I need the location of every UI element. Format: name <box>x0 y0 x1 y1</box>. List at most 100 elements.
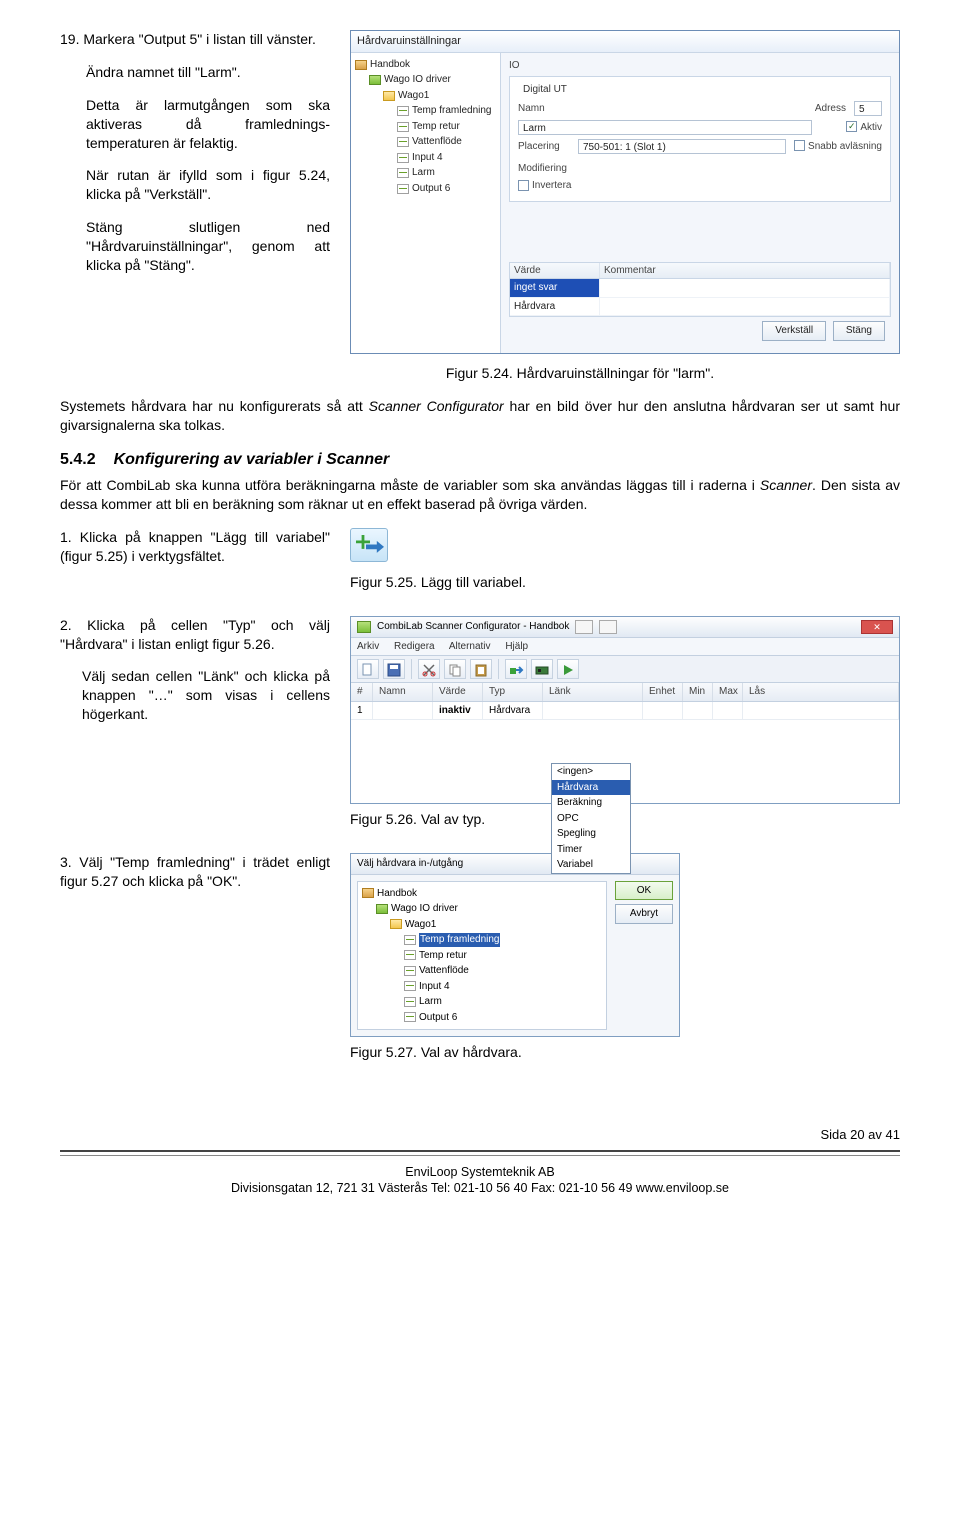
dialog-tree[interactable]: Handbok Wago IO driver Wago1 Temp framle… <box>357 881 607 1031</box>
toolbar-save-icon[interactable] <box>383 659 405 679</box>
toolbar-add-variable-icon[interactable] <box>505 659 527 679</box>
col-max: Max <box>713 683 743 701</box>
toolbar-paste-icon[interactable] <box>470 659 492 679</box>
cell-typ[interactable]: Hårdvara <box>483 702 543 721</box>
cell-inget-svar[interactable]: inget svar <box>510 279 600 297</box>
col-namn: Namn <box>373 683 433 701</box>
dlg-item-4[interactable]: Larm <box>404 994 602 1010</box>
typ-dropdown[interactable]: <ingen> Hårdvara Beräkning OPC Spegling … <box>551 763 631 874</box>
checkbox-icon <box>846 121 857 132</box>
device-icon <box>383 91 395 101</box>
close-button[interactable]: Stäng <box>833 321 885 341</box>
name-field[interactable]: Larm <box>518 120 812 135</box>
close-button[interactable]: ✕ <box>861 620 893 634</box>
toolbar-copy-icon[interactable] <box>444 659 466 679</box>
dd-timer[interactable]: Timer <box>552 842 630 858</box>
tree-ch-3[interactable]: Input 4 <box>397 150 498 166</box>
apply-button[interactable]: Verkställ <box>762 321 826 341</box>
col-enhet: Enhet <box>643 683 683 701</box>
cell-lank[interactable] <box>543 702 643 721</box>
dlg-item-1-label: Temp retur <box>419 949 467 963</box>
cell-comment-2[interactable] <box>600 298 890 316</box>
aktiv-checkbox[interactable]: Aktiv <box>846 121 882 135</box>
scanner-row-1[interactable]: 1 inaktiv Hårdvara <box>351 702 899 721</box>
dlg-item-1[interactable]: Temp retur <box>404 948 602 964</box>
toolbar-cut-icon[interactable] <box>418 659 440 679</box>
tree-ch-4[interactable]: Larm <box>397 165 498 181</box>
cell-las[interactable] <box>743 702 899 721</box>
tree-device[interactable]: Wago1 <box>383 88 498 104</box>
channel-icon <box>404 935 416 945</box>
minimize-button[interactable] <box>575 620 593 634</box>
footer-rule <box>60 1150 900 1160</box>
toolbar-hardware-icon[interactable] <box>531 659 553 679</box>
dd-variabel[interactable]: Variabel <box>552 857 630 873</box>
app-icon <box>357 621 371 633</box>
dlg-item-3[interactable]: Input 4 <box>404 979 602 995</box>
dlg-item-2-label: Vattenflöde <box>419 964 469 978</box>
dd-opc[interactable]: OPC <box>552 811 630 827</box>
cell-varde[interactable]: inaktiv <box>433 702 483 721</box>
menu-hjalp[interactable]: Hjälp <box>505 641 528 652</box>
cell-min[interactable] <box>683 702 713 721</box>
dlg-item-5-label: Output 6 <box>419 1011 457 1025</box>
dd-spegling[interactable]: Spegling <box>552 826 630 842</box>
cell-comment-1[interactable] <box>600 279 890 297</box>
menu-redigera[interactable]: Redigera <box>394 641 435 652</box>
menu-alternativ[interactable]: Alternativ <box>449 641 491 652</box>
device-icon <box>390 919 402 929</box>
cell-enhet[interactable] <box>643 702 683 721</box>
tree-ch-2-label: Vattenflöde <box>412 135 462 149</box>
dlg-root-label: Handbok <box>377 887 417 901</box>
driver-icon <box>376 904 388 914</box>
tree-ch-0[interactable]: Temp framledning <box>397 103 498 119</box>
device-tree[interactable]: Handbok Wago IO driver Wago1 Temp framle… <box>351 53 501 353</box>
maximize-button[interactable] <box>599 620 617 634</box>
menu-arkiv[interactable]: Arkiv <box>357 641 379 652</box>
cancel-button[interactable]: Avbryt <box>615 904 673 924</box>
value-table: Värde Kommentar inget svar Hårdvara <box>509 262 891 318</box>
snabb-checkbox[interactable]: Snabb avläsning <box>794 140 882 154</box>
para-542-intro: För att CombiLab ska kunna utföra beräkn… <box>60 476 900 514</box>
dlg-item-2[interactable]: Vattenflöde <box>404 963 602 979</box>
dd-berakning[interactable]: Beräkning <box>552 795 630 811</box>
snabb-label: Snabb avläsning <box>808 141 882 152</box>
dlg-tree-drv[interactable]: Wago IO driver <box>376 901 602 917</box>
toolbar-new-icon[interactable] <box>357 659 379 679</box>
tree-root[interactable]: Handbok <box>355 57 498 73</box>
menubar[interactable]: Arkiv Redigera Alternativ Hjälp <box>351 638 899 657</box>
tree-driver[interactable]: Wago IO driver <box>369 72 498 88</box>
cell-hardvara[interactable]: Hårdvara <box>510 298 600 316</box>
dlg-drv-label: Wago IO driver <box>391 902 458 916</box>
invertera-checkbox[interactable]: Invertera <box>518 179 882 193</box>
placering-field[interactable]: 750-501: 1 (Slot 1) <box>578 139 786 154</box>
heading-text: Konfigurering av variabler i Scanner <box>114 451 390 468</box>
ok-button[interactable]: OK <box>615 881 673 901</box>
cell-namn[interactable] <box>373 702 433 721</box>
toolbar-separator <box>411 659 412 679</box>
dd-hardvara[interactable]: Hårdvara <box>552 780 630 796</box>
step2-p2: Välj sedan cellen "Länk" och klicka på k… <box>60 667 330 724</box>
channel-icon <box>404 1012 416 1022</box>
tree-ch-1[interactable]: Temp retur <box>397 119 498 135</box>
step2-num: 2. <box>60 617 72 633</box>
heading-542: 5.4.2Konfigurering av variabler i Scanne… <box>60 449 900 471</box>
dlg-item-0[interactable]: Temp framledning <box>404 932 602 948</box>
toolbar <box>351 656 899 683</box>
cell-max[interactable] <box>713 702 743 721</box>
toolbar-run-icon[interactable] <box>557 659 579 679</box>
dlg-tree-dev[interactable]: Wago1 <box>390 917 602 933</box>
tree-ch-5-label: Output 6 <box>412 182 450 196</box>
channel-icon <box>397 153 409 163</box>
tree-ch-4-label: Larm <box>412 166 435 180</box>
dlg-tree-root[interactable]: Handbok <box>362 886 602 902</box>
tree-ch-2[interactable]: Vattenflöde <box>397 134 498 150</box>
channel-icon <box>397 122 409 132</box>
dd-ingen[interactable]: <ingen> <box>552 764 630 780</box>
channel-icon <box>397 184 409 194</box>
channel-icon <box>397 137 409 147</box>
dlg-item-0-label: Temp framledning <box>419 933 500 947</box>
tree-ch-5[interactable]: Output 6 <box>397 181 498 197</box>
address-field[interactable]: 5 <box>854 101 882 116</box>
dlg-item-5[interactable]: Output 6 <box>404 1010 602 1026</box>
